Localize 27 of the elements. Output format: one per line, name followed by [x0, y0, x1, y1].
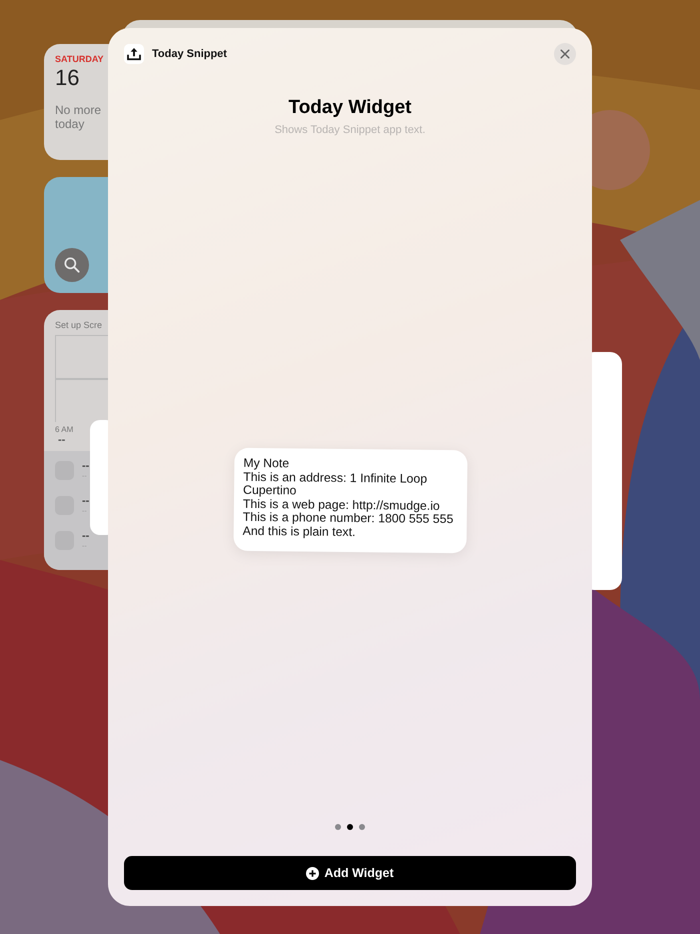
- widget-title: Set up Scre: [54, 320, 104, 330]
- close-button[interactable]: [554, 43, 576, 65]
- row-title: --: [82, 496, 90, 507]
- page-dot[interactable]: [347, 824, 353, 830]
- note-line: This is an address: 1 Infinite Loop Cupertino: [242, 470, 428, 499]
- note-line: And this is plain text.: [242, 524, 356, 540]
- sheet-subtitle: Shows Today Snippet app text.: [274, 124, 426, 136]
- search-icon[interactable]: [55, 248, 89, 282]
- date-label: 16: [55, 65, 80, 91]
- close-icon: [560, 49, 570, 59]
- event-text: today: [55, 117, 86, 131]
- page-dot[interactable]: [335, 824, 341, 830]
- event-text: No more: [55, 103, 102, 117]
- time-label: 6 AM: [54, 425, 74, 434]
- weekday-label: SATURDAY: [55, 54, 105, 64]
- app-name: Today Snippet: [152, 48, 227, 60]
- sheet-title: Today Widget: [288, 97, 412, 119]
- row-title: --: [82, 461, 90, 472]
- note-line: My Note: [242, 456, 290, 472]
- plus-icon: [306, 866, 320, 880]
- value-label: --: [57, 434, 66, 446]
- note-line: This is a web page: http://smudge.io: [242, 497, 440, 512]
- app-icon: [124, 44, 144, 64]
- page-dot[interactable]: [359, 824, 365, 830]
- widget-card[interactable]: My Note This is an address: 1 Infinite Loop Cupertino This is a web page: http://smudge.io This is a phone number: 1800 555 555 And this is plain text.: [232, 448, 468, 552]
- add-widget-button[interactable]: Add Widget: [124, 856, 576, 890]
- row-title: --: [82, 531, 90, 542]
